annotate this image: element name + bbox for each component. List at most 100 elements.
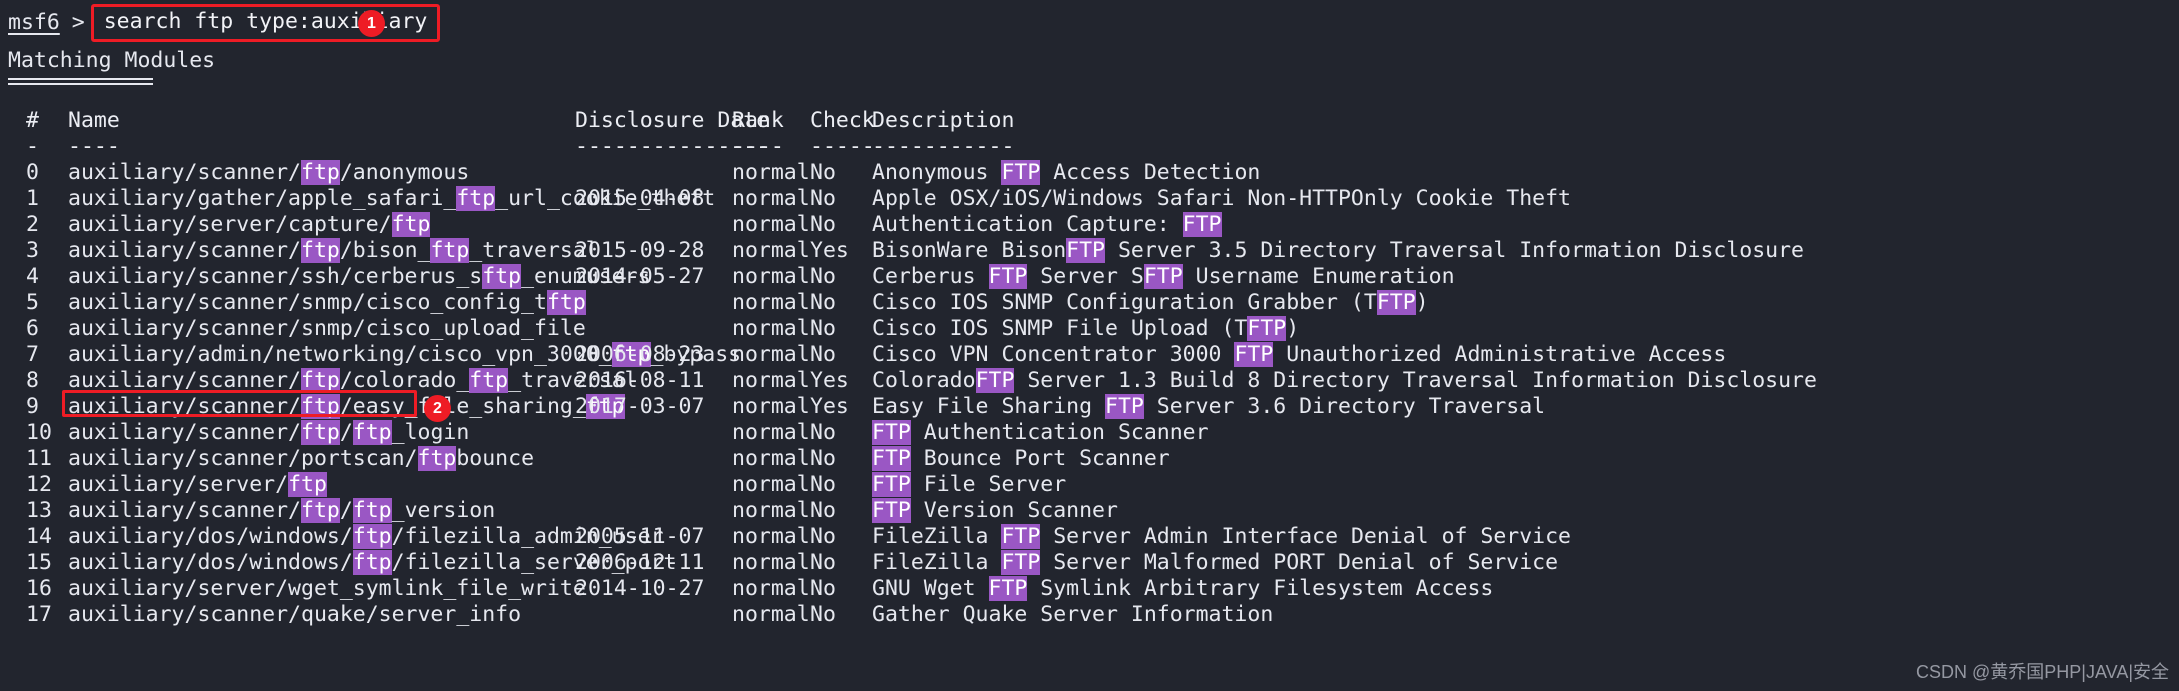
row-description: BisonWare BisonFTP Server 3.5 Directory … <box>872 238 1804 263</box>
match-highlight: ftp <box>301 160 340 185</box>
row-check: No <box>810 472 836 497</box>
row-disclosure-date: 2017-03-07 <box>575 394 705 419</box>
row-module-name: auxiliary/server/ftp <box>68 472 327 497</box>
match-highlight: ftp <box>301 368 340 393</box>
table-row[interactable]: 3 auxiliary/scanner/ftp/bison_ftp_travers… <box>0 238 2179 264</box>
row-module-name: auxiliary/scanner/ftp/ftp_version <box>68 498 496 523</box>
row-check: No <box>810 264 836 289</box>
row-description: Cisco IOS SNMP File Upload (TFTP) <box>872 316 1300 341</box>
row-check: No <box>810 524 836 549</box>
match-highlight: ftp <box>301 238 340 263</box>
table-row[interactable]: 11 auxiliary/scanner/portscan/ftpbounce no… <box>0 446 2179 472</box>
match-highlight: FTP <box>872 472 911 497</box>
row-rank: normal <box>732 550 810 575</box>
table-row[interactable]: 4 auxiliary/scanner/ssh/cerberus_sftp_enu… <box>0 264 2179 290</box>
match-highlight: ftp <box>352 550 392 575</box>
row-description: Authentication Capture: FTP <box>872 212 1222 237</box>
match-highlight: FTP <box>975 368 1015 393</box>
row-disclosure-date: 2014-05-27 <box>575 264 705 289</box>
row-check: No <box>810 290 836 315</box>
match-highlight: ftp <box>352 524 392 549</box>
row-description: Gather Quake Server Information <box>872 602 1274 627</box>
row-rank: normal <box>732 394 810 419</box>
table-row[interactable]: 12 auxiliary/server/ftp normal No FTP File S… <box>0 472 2179 498</box>
table-row[interactable]: 9 auxiliary/scanner/ftp/easy_file_sharing… <box>0 394 2179 420</box>
match-highlight: FTP <box>1182 212 1222 237</box>
row-description: FTP Authentication Scanner <box>872 420 1209 445</box>
column-separator: ---- <box>68 134 120 159</box>
row-module-name: auxiliary/scanner/ssh/cerberus_sftp_enum… <box>68 264 651 289</box>
table-row[interactable]: 2 auxiliary/server/capture/ftp normal No Aut… <box>0 212 2179 238</box>
row-disclosure-date: 2005-11-07 <box>575 524 705 549</box>
column-header-description: Description <box>872 108 1015 133</box>
row-disclosure-date: 2006-08-23 <box>575 342 705 367</box>
row-rank: normal <box>732 238 810 263</box>
table-row[interactable]: 13 auxiliary/scanner/ftp/ftp_version norma… <box>0 498 2179 524</box>
row-module-name: auxiliary/scanner/ftp/ftp_login <box>68 420 470 445</box>
row-rank: normal <box>732 290 810 315</box>
row-rank: normal <box>732 446 810 471</box>
table-row[interactable]: 5 auxiliary/scanner/snmp/cisco_config_tft… <box>0 290 2179 316</box>
match-highlight: FTP <box>872 446 911 471</box>
column-separator: ---- <box>732 134 784 159</box>
row-rank: normal <box>732 602 810 627</box>
row-check: No <box>810 342 836 367</box>
match-highlight: FTP <box>1001 550 1041 575</box>
table-row[interactable]: 10 auxiliary/scanner/ftp/ftp_login normal N… <box>0 420 2179 446</box>
match-highlight: ftp <box>469 368 509 393</box>
table-row[interactable]: 17 auxiliary/scanner/quake/server_info nor… <box>0 602 2179 628</box>
section-heading-rule <box>8 78 153 85</box>
row-module-name: auxiliary/server/capture/ftp <box>68 212 431 237</box>
row-check: No <box>810 576 836 601</box>
match-highlight: ftp <box>288 472 327 497</box>
row-rank: normal <box>732 186 810 211</box>
row-rank: normal <box>732 368 810 393</box>
terminal-window: msf6 > search ftp type:auxiliary 1 Match… <box>0 0 2179 691</box>
match-highlight: FTP <box>988 576 1028 601</box>
row-rank: normal <box>732 472 810 497</box>
table-row[interactable]: 7 auxiliary/admin/networking/cisco_vpn_30… <box>0 342 2179 368</box>
match-highlight: FTP <box>1066 238 1106 263</box>
row-check: No <box>810 550 836 575</box>
row-rank: normal <box>732 342 810 367</box>
match-highlight: FTP <box>1247 316 1287 341</box>
row-check: No <box>810 498 836 523</box>
row-check: No <box>810 602 836 627</box>
row-module-name: auxiliary/scanner/ftp/colorado_ftp_trave… <box>68 368 638 393</box>
row-disclosure-date: 2015-04-08 <box>575 186 705 211</box>
match-highlight: FTP <box>872 420 911 445</box>
row-description: FTP Bounce Port Scanner <box>872 446 1170 471</box>
prompt-symbol: > <box>71 10 85 35</box>
modules-table: # Name Disclosure Date Rank Check Description… <box>0 108 2179 628</box>
match-highlight: ftp <box>482 264 522 289</box>
row-disclosure-date: 2015-09-28 <box>575 238 705 263</box>
column-header-name: Name <box>68 108 120 133</box>
match-highlight: ftp <box>301 394 340 419</box>
row-rank: normal <box>732 160 810 185</box>
table-row[interactable]: 16 auxiliary/server/wget_symlink_file_wri… <box>0 576 2179 602</box>
annotation-badge-1: 1 <box>358 10 385 37</box>
match-highlight: ftp <box>456 186 496 211</box>
row-description: GNU Wget FTP Symlink Arbitrary Filesyste… <box>872 576 1494 601</box>
row-rank: normal <box>732 316 810 341</box>
table-row[interactable]: 0 auxiliary/scanner/ftp/anonymous normal No… <box>0 160 2179 186</box>
table-row[interactable]: 14 auxiliary/dos/windows/ftp/filezilla_ad… <box>0 524 2179 550</box>
row-check: No <box>810 420 836 445</box>
row-module-name: auxiliary/scanner/quake/server_info <box>68 602 522 627</box>
match-highlight: FTP <box>1105 394 1144 419</box>
table-row[interactable]: 1 auxiliary/gather/apple_safari_ftp_url_c… <box>0 186 2179 212</box>
row-disclosure-date: 2006-12-11 <box>575 550 705 575</box>
table-row[interactable]: 6 auxiliary/scanner/snmp/cisco_upload_fil… <box>0 316 2179 342</box>
table-row[interactable]: 8 auxiliary/scanner/ftp/colorado_ftp_trav… <box>0 368 2179 394</box>
row-rank: normal <box>732 524 810 549</box>
table-row[interactable]: 15 auxiliary/dos/windows/ftp/filezilla_se… <box>0 550 2179 576</box>
row-check: Yes <box>810 394 849 419</box>
annotation-badge-2: 2 <box>424 395 451 422</box>
row-description: Cisco IOS SNMP Configuration Grabber (TF… <box>872 290 1429 315</box>
command-input[interactable]: search ftp type:auxiliary <box>90 4 441 42</box>
row-module-name: auxiliary/scanner/portscan/ftpbounce <box>68 446 535 471</box>
column-header-check: Check <box>810 108 875 133</box>
match-highlight: ftp <box>301 498 340 523</box>
table-separator-row: - ---- --------------- ---- ----- ----------- <box>0 134 2179 160</box>
row-check: No <box>810 186 836 211</box>
